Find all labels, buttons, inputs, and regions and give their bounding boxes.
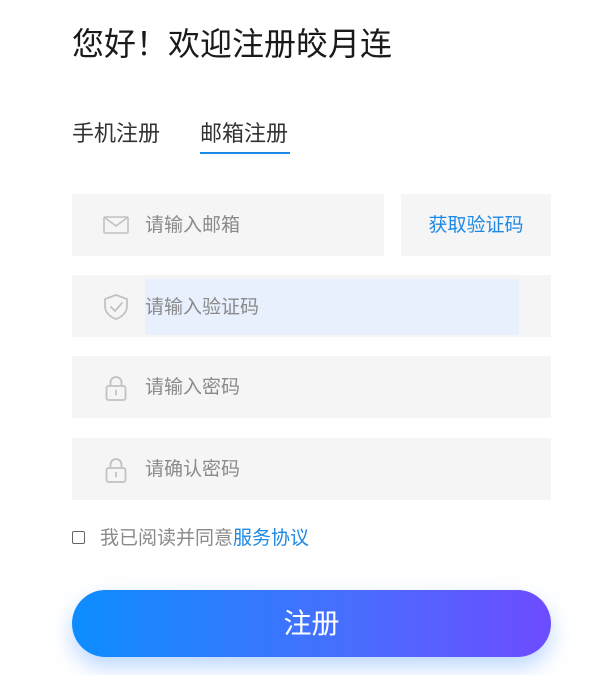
register-button[interactable]: 注册 bbox=[72, 590, 551, 657]
service-agreement-link[interactable]: 服务协议 bbox=[233, 527, 309, 549]
tab-email-register[interactable]: 邮箱注册 bbox=[200, 118, 288, 152]
lock-icon bbox=[102, 456, 130, 483]
register-page: 您好！欢迎注册皎月连 手机注册 邮箱注册 获取验证码 bbox=[0, 0, 614, 675]
agreement-text: 我已阅读并同意 bbox=[100, 527, 234, 549]
mail-icon bbox=[102, 212, 130, 238]
confirm-password-field bbox=[72, 438, 551, 500]
verification-code-input[interactable] bbox=[145, 279, 519, 335]
lock-icon bbox=[102, 374, 130, 401]
confirm-password-input[interactable] bbox=[145, 438, 519, 500]
agreement-checkbox[interactable] bbox=[72, 531, 85, 544]
password-input[interactable] bbox=[145, 356, 519, 418]
email-input[interactable] bbox=[145, 194, 352, 256]
tab-phone-register[interactable]: 手机注册 bbox=[72, 118, 160, 152]
verification-code-field bbox=[72, 275, 551, 337]
page-title: 您好！欢迎注册皎月连 bbox=[72, 25, 393, 63]
agreement-text-wrap: 我已阅读并同意服务协议 bbox=[100, 524, 309, 552]
get-code-button[interactable]: 获取验证码 bbox=[401, 194, 551, 256]
active-tab-indicator bbox=[200, 152, 290, 154]
email-field bbox=[72, 194, 384, 256]
password-field bbox=[72, 356, 551, 418]
shield-check-icon bbox=[102, 293, 130, 320]
